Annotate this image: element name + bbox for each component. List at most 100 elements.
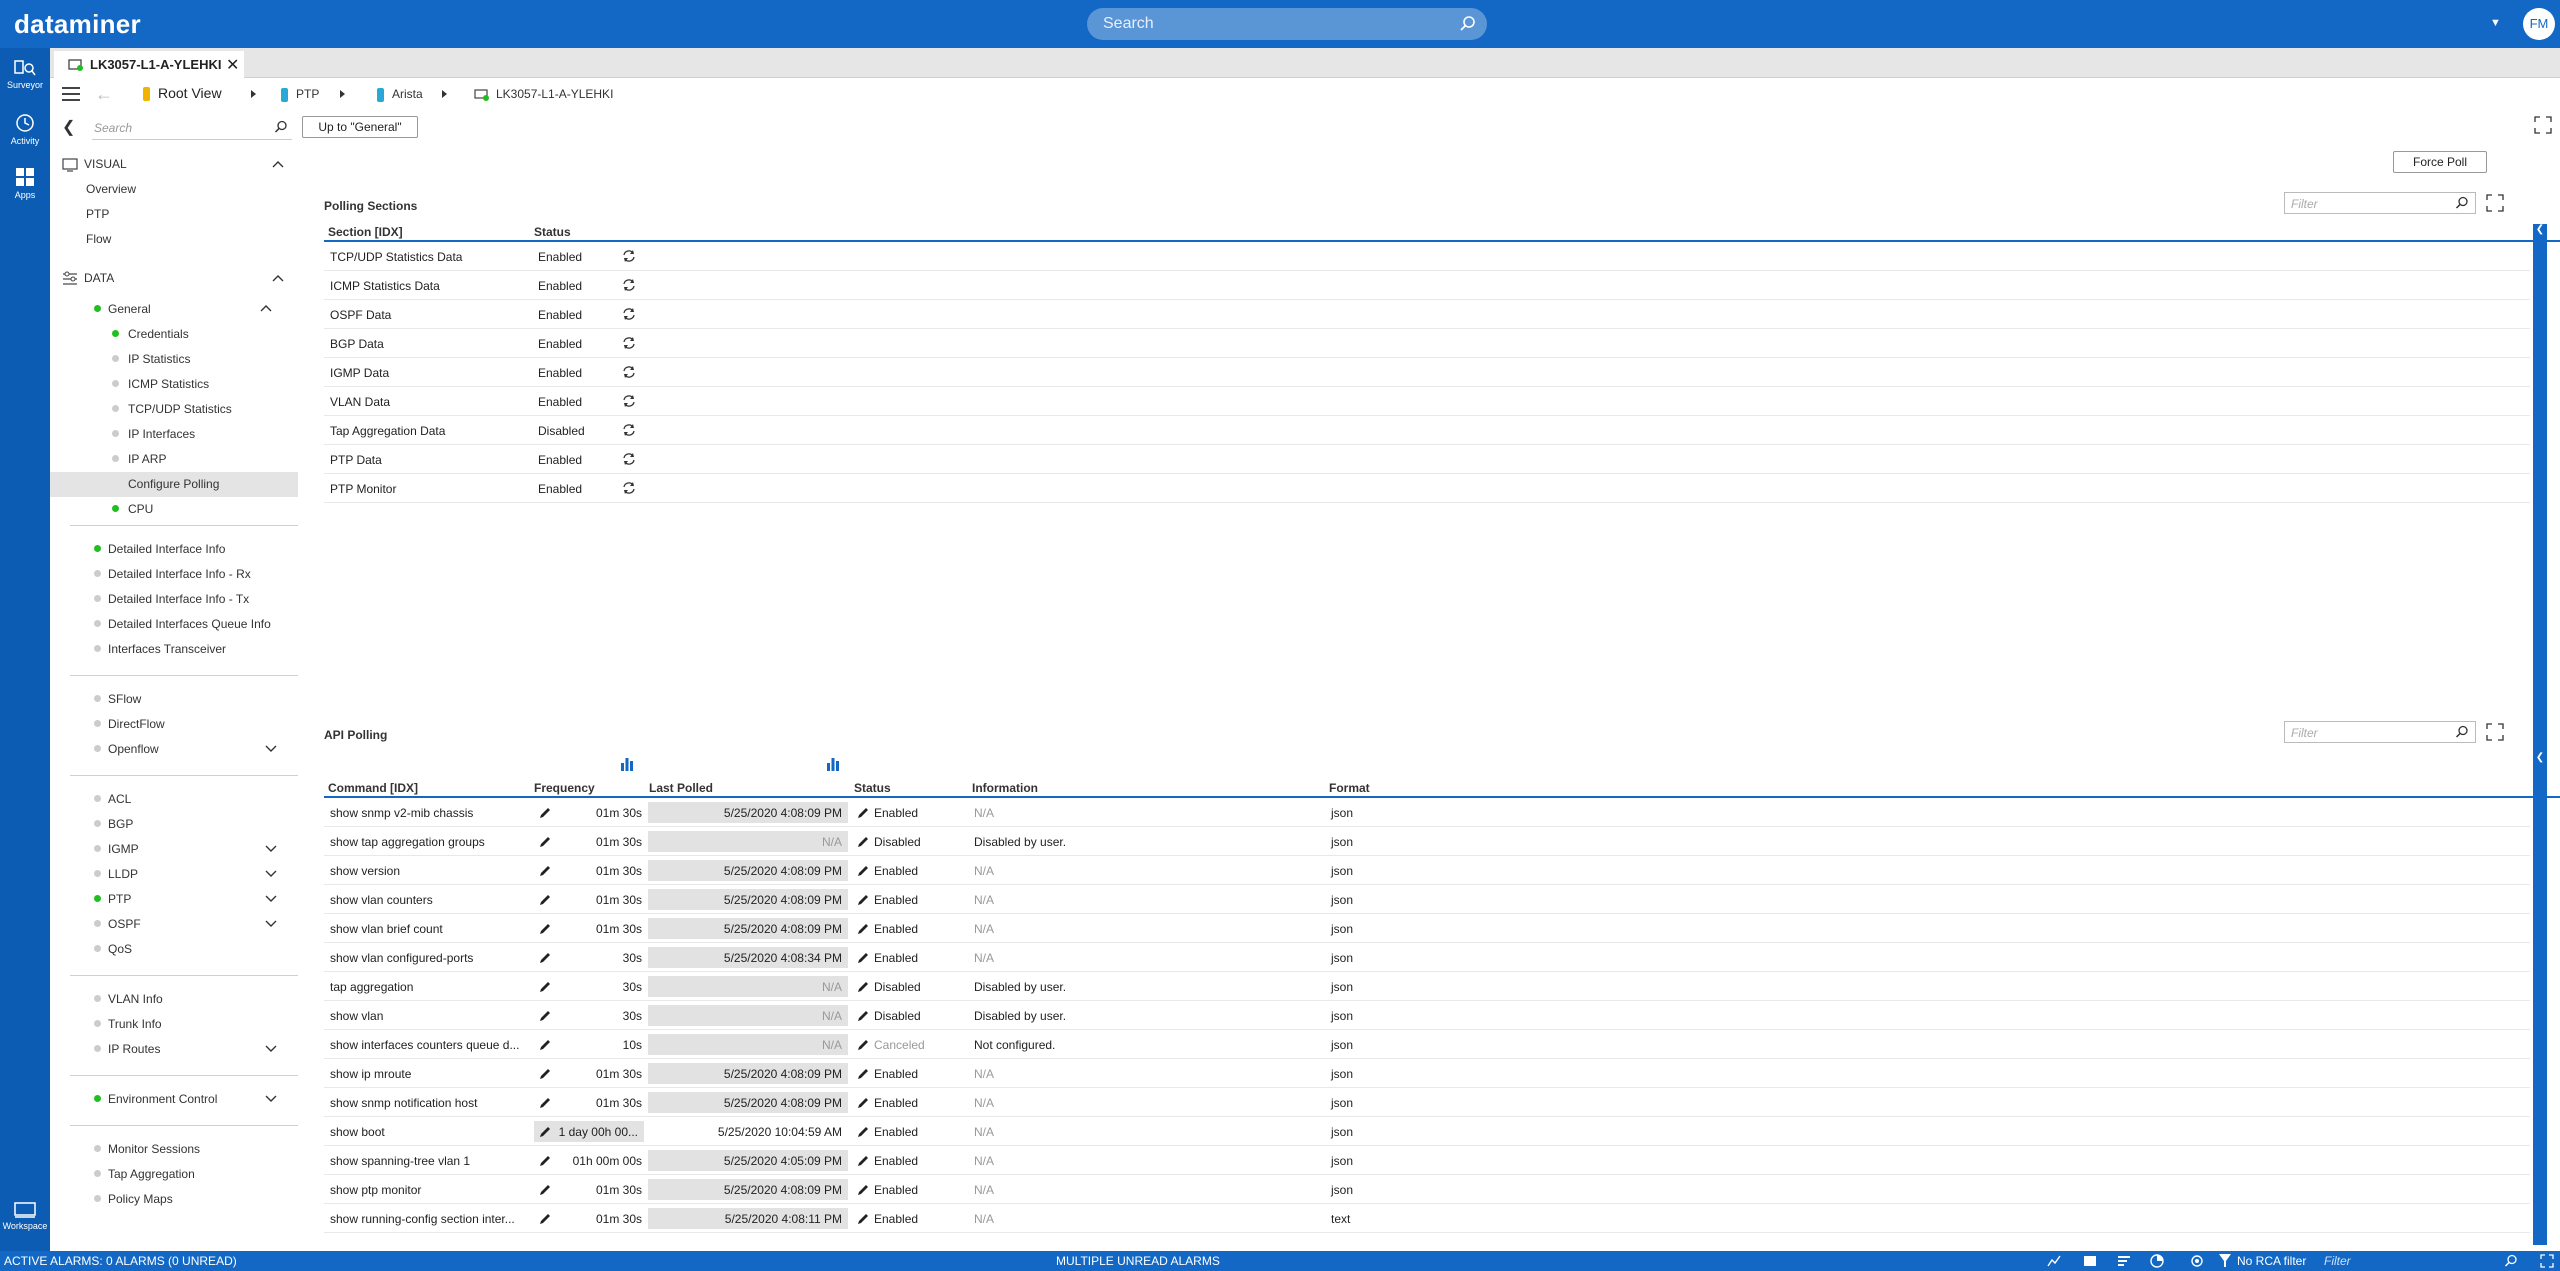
back-arrow-icon[interactable]: ←: [95, 84, 113, 105]
collapse-sidebar-icon[interactable]: ❮: [62, 117, 75, 137]
api-polling-row[interactable]: show interfaces counters queue d... 10s N/…: [324, 1030, 2530, 1059]
section-status[interactable]: Enabled: [538, 308, 582, 322]
frequency-value[interactable]: 01m 30s: [556, 922, 642, 936]
section-status[interactable]: Enabled: [538, 453, 582, 467]
frequency-value[interactable]: 01m 30s: [556, 835, 642, 849]
status-value[interactable]: Enabled: [874, 922, 918, 936]
refresh-icon[interactable]: [622, 307, 636, 321]
sidebar-item-bgp[interactable]: BGP: [108, 817, 133, 831]
sidebar-item-directflow[interactable]: DirectFlow: [108, 717, 165, 731]
fullscreen-icon[interactable]: [2534, 116, 2552, 134]
search-icon[interactable]: [2455, 196, 2469, 210]
breadcrumb-element[interactable]: LK3057-L1-A-YLEHKI: [474, 87, 613, 101]
sidebar-item-tap-aggregation[interactable]: Tap Aggregation: [108, 1167, 195, 1181]
sidebar-item-acl[interactable]: ACL: [108, 792, 131, 806]
api-polling-row[interactable]: show snmp v2-mib chassis 01m 30s 5/25/2020…: [324, 798, 2530, 827]
section-status[interactable]: Enabled: [538, 250, 582, 264]
nav-activity[interactable]: Activity: [0, 112, 50, 146]
polling-section-row[interactable]: VLAN Data Enabled: [324, 387, 2530, 416]
status-value[interactable]: Disabled: [874, 835, 921, 849]
frequency-value[interactable]: 30s: [556, 951, 642, 965]
edit-pencil-icon[interactable]: [538, 1154, 552, 1168]
polling-section-row[interactable]: OSPF Data Enabled: [324, 300, 2530, 329]
frequency-value[interactable]: 01m 30s: [556, 864, 642, 878]
column-header-status[interactable]: Status: [534, 225, 571, 239]
sort-icon[interactable]: [2117, 1255, 2131, 1267]
edit-pencil-icon[interactable]: [856, 806, 870, 820]
api-polling-row[interactable]: show ptp monitor 01m 30s 5/25/2020 4:08:09…: [324, 1175, 2530, 1204]
sidebar-item-detailed-interface-info-tx[interactable]: Detailed Interface Info - Tx: [108, 592, 249, 606]
api-column-panel-toggle[interactable]: ❮: [2533, 752, 2547, 1245]
refresh-icon[interactable]: [622, 365, 636, 379]
chevron-down-icon[interactable]: [265, 844, 277, 853]
sidebar-item-detailed-interface-info[interactable]: Detailed Interface Info: [108, 542, 225, 556]
chevron-up-icon[interactable]: [260, 304, 272, 313]
edit-pencil-icon[interactable]: [856, 1009, 870, 1023]
hamburger-menu-icon[interactable]: [62, 87, 80, 101]
sidebar-item-monitor-sessions[interactable]: Monitor Sessions: [108, 1142, 200, 1156]
chevron-up-icon[interactable]: [272, 160, 284, 169]
chevron-down-icon[interactable]: [265, 919, 277, 928]
sidebar-item-environment-control[interactable]: Environment Control: [108, 1092, 217, 1106]
edit-pencil-icon[interactable]: [538, 951, 552, 965]
user-menu-chevron-icon[interactable]: ▼: [2490, 17, 2501, 29]
edit-pencil-icon[interactable]: [856, 951, 870, 965]
global-search-input[interactable]: Search: [1087, 8, 1487, 40]
polling-column-panel-toggle[interactable]: ❮: [2533, 224, 2547, 822]
api-polling-row[interactable]: show vlan brief count 01m 30s 5/25/2020 4:…: [324, 914, 2530, 943]
status-value[interactable]: Enabled: [874, 1125, 918, 1139]
sidebar-item-ip-interfaces[interactable]: IP Interfaces: [128, 427, 195, 441]
frequency-value[interactable]: 01m 30s: [556, 1212, 642, 1226]
sidebar-item-ip-routes[interactable]: IP Routes: [108, 1042, 160, 1056]
user-avatar[interactable]: FM: [2523, 8, 2555, 40]
edit-pencil-icon[interactable]: [856, 1154, 870, 1168]
edit-pencil-icon[interactable]: [856, 922, 870, 936]
api-polling-row[interactable]: show snmp notification host 01m 30s 5/25/2…: [324, 1088, 2530, 1117]
chevron-down-icon[interactable]: [265, 869, 277, 878]
edit-pencil-icon[interactable]: [538, 893, 552, 907]
polling-filter-input[interactable]: Filter: [2284, 192, 2476, 214]
chevron-down-icon[interactable]: [265, 744, 277, 753]
frequency-value[interactable]: 01m 30s: [556, 1067, 642, 1081]
nav-surveyor[interactable]: Surveyor: [0, 58, 50, 90]
api-polling-row[interactable]: show boot 1 day 00h 00... 5/25/2020 10:04:…: [324, 1117, 2530, 1146]
refresh-icon[interactable]: [622, 249, 636, 263]
sidebar-item-ptp[interactable]: PTP: [86, 207, 109, 221]
sidebar-item-ip-statistics[interactable]: IP Statistics: [128, 352, 190, 366]
list-view-icon[interactable]: [2083, 1255, 2097, 1267]
table-fullscreen-icon[interactable]: [2486, 723, 2504, 741]
status-value[interactable]: Disabled: [874, 1009, 921, 1023]
polling-section-row[interactable]: Tap Aggregation Data Disabled: [324, 416, 2530, 445]
column-header-frequency[interactable]: Frequency: [534, 781, 595, 795]
rca-icon[interactable]: [2190, 1254, 2204, 1268]
sidebar-item-detailed-interfaces-queue-info[interactable]: Detailed Interfaces Queue Info: [108, 617, 271, 631]
edit-pencil-icon[interactable]: [856, 864, 870, 878]
sidebar-item-sflow[interactable]: SFlow: [108, 692, 141, 706]
api-polling-row[interactable]: show vlan counters 01m 30s 5/25/2020 4:08:…: [324, 885, 2530, 914]
frequency-value[interactable]: 01h 00m 00s: [556, 1154, 642, 1168]
close-tab-icon[interactable]: ✕: [226, 55, 239, 75]
up-to-general-button[interactable]: Up to "General": [302, 116, 418, 138]
tab-element-card[interactable]: LK3057-L1-A-YLEHKI ✕: [54, 51, 244, 78]
api-polling-row[interactable]: show running-config section inter... 01m …: [324, 1204, 2530, 1233]
edit-pencil-icon[interactable]: [538, 1009, 552, 1023]
refresh-icon[interactable]: [622, 336, 636, 350]
section-status[interactable]: Enabled: [538, 366, 582, 380]
refresh-icon[interactable]: [622, 278, 636, 292]
search-icon[interactable]: [2504, 1254, 2518, 1268]
column-header-information[interactable]: Information: [972, 781, 1038, 795]
edit-pencil-icon[interactable]: [856, 1038, 870, 1052]
nav-workspace[interactable]: Workspace: [0, 1201, 50, 1231]
table-fullscreen-icon[interactable]: [2486, 194, 2504, 212]
breadcrumb-ptp[interactable]: PTP: [280, 87, 319, 103]
dataminer-logo[interactable]: dataminer: [14, 9, 141, 40]
breadcrumb-arista[interactable]: Arista: [376, 87, 423, 103]
refresh-icon[interactable]: [622, 423, 636, 437]
status-value[interactable]: Disabled: [874, 980, 921, 994]
chevron-down-icon[interactable]: [265, 894, 277, 903]
status-value[interactable]: Enabled: [874, 1183, 918, 1197]
edit-pencil-icon[interactable]: [856, 1067, 870, 1081]
search-icon[interactable]: [1459, 15, 1477, 33]
status-value[interactable]: Enabled: [874, 951, 918, 965]
sidebar-item-vlan-info[interactable]: VLAN Info: [108, 992, 163, 1006]
